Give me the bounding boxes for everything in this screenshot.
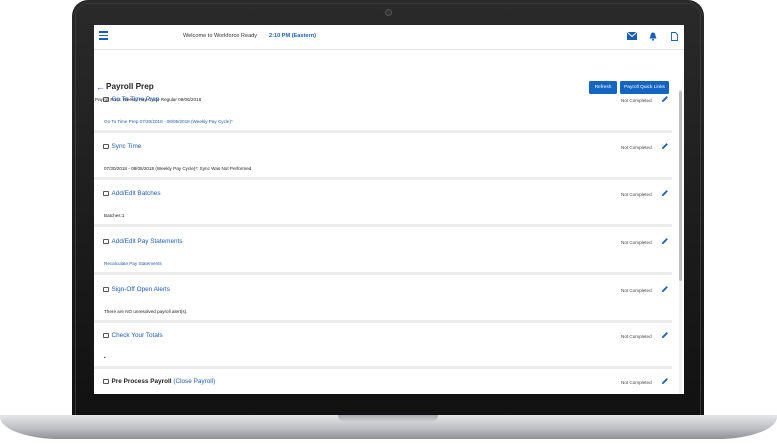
task-detail-link[interactable]: Recalculate Pay Statements bbox=[104, 261, 162, 266]
task-add-edit-batches: Add/Edit Batches Not Completed Batches:1 bbox=[94, 183, 672, 227]
task-title[interactable]: Add/Edit Pay Statements bbox=[103, 238, 183, 245]
task-title-label: Check Your Totals bbox=[111, 332, 163, 339]
task-checkbox[interactable] bbox=[103, 238, 109, 245]
task-title-label: Pre Process Payroll bbox=[111, 378, 172, 385]
task-title-label: Go To Time Prep bbox=[111, 96, 160, 103]
task-title[interactable]: Go To Time Prep bbox=[103, 96, 159, 103]
laptop-notch bbox=[338, 415, 438, 422]
pencil-icon[interactable] bbox=[661, 377, 669, 385]
task-status: Not Completed bbox=[621, 240, 652, 245]
task-status: Not Completed bbox=[621, 288, 652, 293]
task-title[interactable]: Pre Process Payroll (Close Payroll) bbox=[103, 378, 215, 385]
task-status: Not Completed bbox=[621, 145, 652, 150]
task-title-label: Add/Edit Batches bbox=[111, 190, 161, 197]
task-sync-time: Sync Time Not Completed 07/30/2018 - 08/… bbox=[94, 136, 672, 180]
task-detail-link[interactable]: Go To Time Prep 07/30/2018 - 08/05/2018 … bbox=[104, 119, 233, 124]
pencil-icon[interactable] bbox=[661, 142, 669, 150]
task-detail: • bbox=[104, 355, 106, 360]
pencil-icon[interactable] bbox=[661, 237, 669, 245]
task-checkbox[interactable] bbox=[103, 332, 109, 339]
task-pre-process-payroll: Pre Process Payroll (Close Payroll) Not … bbox=[94, 371, 672, 394]
task-status: Not Completed bbox=[621, 192, 652, 197]
task-title-label: Sign-Off Open Alerts bbox=[111, 286, 171, 293]
bell-icon[interactable] bbox=[648, 31, 658, 41]
task-title[interactable]: Check Your Totals bbox=[103, 332, 163, 339]
top-icons bbox=[627, 31, 679, 41]
document-icon[interactable] bbox=[669, 31, 679, 41]
task-title[interactable]: Sign-Off Open Alerts bbox=[103, 286, 170, 293]
task-status: Not Completed bbox=[621, 334, 652, 339]
task-title-label: Sync Time bbox=[111, 143, 142, 150]
pencil-icon[interactable] bbox=[661, 189, 669, 197]
vertical-scrollbar[interactable] bbox=[679, 89, 682, 394]
task-check-your-totals: Check Your Totals Not Completed • bbox=[94, 325, 672, 369]
top-bar: Welcome to Workforce Ready 2:10 PM (East… bbox=[94, 25, 684, 50]
task-title-label: Add/Edit Pay Statements bbox=[111, 238, 183, 245]
task-go-to-time-prep: Go To Time Prep Not Completed Go To Time… bbox=[94, 89, 672, 133]
app-screen: Welcome to Workforce Ready 2:10 PM (East… bbox=[94, 25, 684, 394]
task-checkbox[interactable] bbox=[103, 96, 109, 103]
pencil-icon[interactable] bbox=[661, 285, 669, 293]
task-checkbox[interactable] bbox=[103, 190, 109, 197]
task-detail: Batches:1 bbox=[104, 213, 125, 218]
task-sign-off-open-alerts: Sign-Off Open Alerts Not Completed There… bbox=[94, 279, 672, 323]
task-title[interactable]: Sync Time bbox=[103, 143, 141, 150]
task-title[interactable]: Add/Edit Batches bbox=[103, 190, 161, 197]
welcome-text: Welcome to Workforce Ready bbox=[183, 33, 258, 39]
mail-icon[interactable] bbox=[627, 31, 637, 41]
task-status: Not Completed bbox=[621, 380, 652, 385]
task-add-edit-pay-statements: Add/Edit Pay Statements Not Completed Re… bbox=[94, 231, 672, 275]
task-detail: There are NO unresolved payroll alert(s)… bbox=[104, 309, 188, 314]
current-time: 2:10 PM (Eastern) bbox=[269, 33, 316, 39]
pencil-icon[interactable] bbox=[661, 331, 669, 339]
task-checkbox[interactable] bbox=[103, 143, 109, 150]
close-payroll-link[interactable]: (Close Payroll) bbox=[173, 378, 215, 385]
task-checkbox[interactable] bbox=[103, 378, 109, 385]
task-checkbox[interactable] bbox=[103, 286, 109, 293]
pencil-icon[interactable] bbox=[661, 95, 669, 103]
task-status: Not Completed bbox=[621, 98, 652, 103]
camera bbox=[385, 9, 392, 16]
hamburger-menu-icon[interactable] bbox=[99, 31, 108, 40]
scrollbar-thumb[interactable] bbox=[679, 91, 682, 281]
task-detail: 07/30/2018 - 08/05/2018 (Weekly Pay Cycl… bbox=[104, 166, 252, 171]
